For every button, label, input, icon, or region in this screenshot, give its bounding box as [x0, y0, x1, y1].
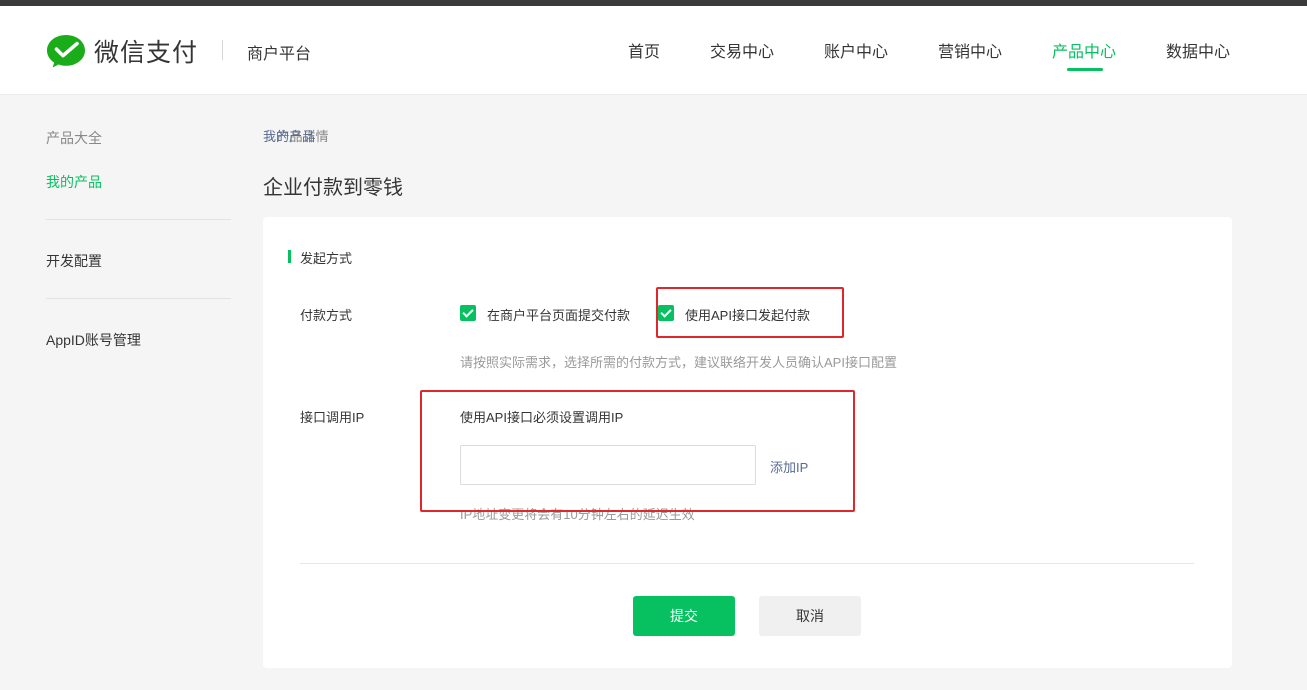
sidebar-item-appid[interactable]: AppID账号管理: [46, 330, 141, 350]
nav-item-home[interactable]: 首页: [628, 38, 660, 62]
nav-item-data[interactable]: 数据中心: [1166, 38, 1230, 62]
nav-item-account[interactable]: 账户中心: [824, 38, 888, 62]
sidebar-divider: [46, 298, 231, 299]
platform-name: 商户平台: [247, 46, 312, 63]
sidebar-item-my-products[interactable]: 我的产品: [46, 172, 102, 192]
add-ip-link[interactable]: 添加IP: [770, 457, 808, 476]
ip-description: 使用API接口必须设置调用IP: [460, 410, 624, 425]
payment-method-hint: 请按照实际需求，选择所需的付款方式，建议联络开发人员确认API接口配置: [460, 355, 897, 370]
sidebar-divider: [46, 219, 231, 220]
page-title: 企业付款到零钱: [263, 177, 403, 199]
checkbox-merchant-page[interactable]: [460, 305, 476, 321]
form-divider: [300, 563, 1194, 564]
logo[interactable]: 微信支付: [46, 33, 198, 69]
payment-method-label: 付款方式: [300, 308, 353, 323]
header: 微信支付 商户平台 首页 交易中心 账户中心 营销中心 产品中心 数据中心: [0, 6, 1307, 95]
section-marker: [288, 250, 291, 263]
nav-item-transactions[interactable]: 交易中心: [710, 38, 774, 62]
option-merchant-page-label[interactable]: 在商户平台页面提交付款: [487, 305, 630, 324]
product-card: 发起方式 付款方式 在商户平台页面提交付款 使用API接口发起付款 请按照实际需…: [263, 217, 1232, 668]
ip-input[interactable]: [460, 445, 756, 485]
header-separator: [222, 40, 223, 60]
breadcrumb: 我的产品 / 产品详情: [263, 126, 329, 145]
breadcrumb-my-products[interactable]: 我的产品: [263, 126, 315, 145]
sidebar-item-all-products[interactable]: 产品大全: [46, 128, 102, 148]
nav-item-marketing[interactable]: 营销中心: [938, 38, 1002, 62]
submit-button[interactable]: 提交: [633, 596, 735, 636]
brand-name: 微信支付: [94, 39, 199, 67]
ip-label: 接口调用IP: [300, 410, 365, 425]
wechat-pay-logo-icon: [47, 35, 85, 68]
option-api-label[interactable]: 使用API接口发起付款: [685, 305, 810, 324]
nav-active-underline: [1067, 68, 1103, 71]
section-title: 发起方式: [300, 251, 353, 266]
cancel-button[interactable]: 取消: [759, 596, 861, 636]
nav-item-products[interactable]: 产品中心: [1052, 38, 1116, 62]
sidebar-item-dev-config[interactable]: 开发配置: [46, 251, 102, 271]
ip-hint: IP地址变更将会有10分钟左右的延迟生效: [460, 507, 695, 522]
checkbox-api[interactable]: [658, 305, 674, 321]
